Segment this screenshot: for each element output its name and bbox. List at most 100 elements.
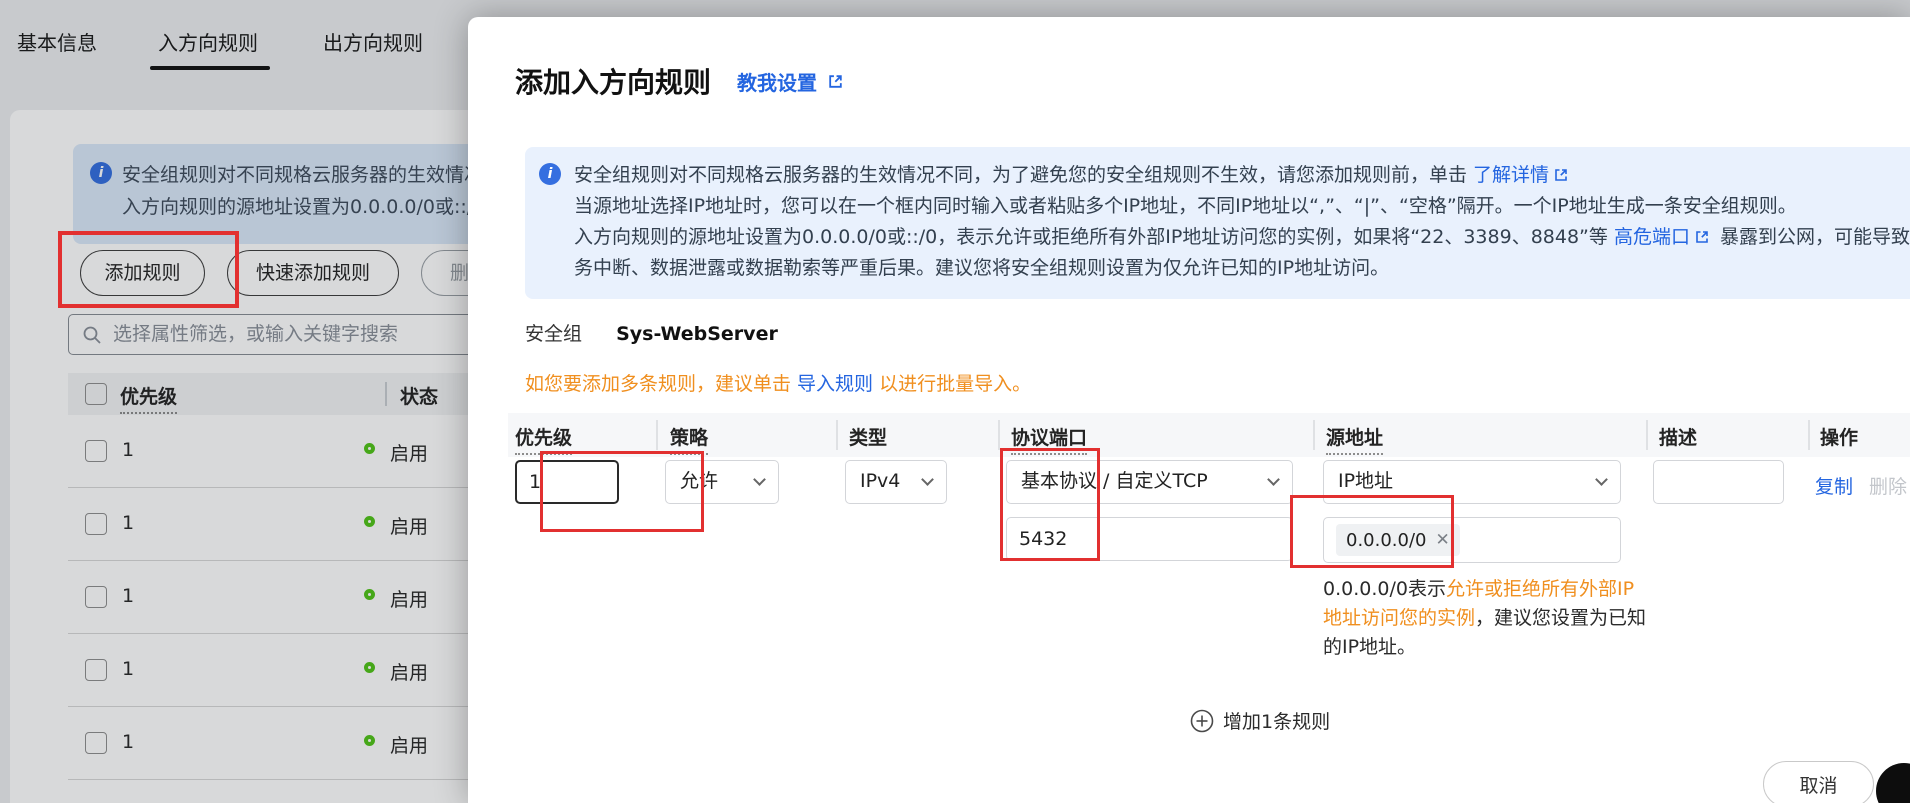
strategy-select[interactable]: 允许 [665, 460, 779, 504]
tab-inbound-rules[interactable]: 入方向规则 [158, 27, 258, 56]
column-divider [656, 420, 658, 450]
delete-rule-link: 删除 [1869, 472, 1907, 499]
teach-me-label: 教我设置 [737, 67, 817, 96]
status-enabled-icon [364, 589, 375, 600]
column-divider [836, 420, 838, 450]
row-checkbox[interactable] [85, 440, 107, 462]
table-header: 优先级 状态 [68, 373, 508, 415]
security-group-value: Sys-WebServer [616, 323, 778, 345]
form-header-protocol-port: 协议端口 [1011, 423, 1087, 455]
banner-text: 入方向规则的源地址设置为0.0.0.0/0或::/0， [122, 192, 504, 219]
chevron-down-icon [1595, 473, 1608, 486]
port-input[interactable] [1006, 517, 1293, 561]
form-header-description: 描述 [1659, 423, 1697, 450]
column-divider [1313, 420, 1315, 450]
rules-table: 优先级 状态 1 启用 1 启用 1 启用 [68, 373, 508, 780]
form-header-action: 操作 [1820, 423, 1858, 450]
hint-text: 0.0.0.0/0表示 [1323, 578, 1446, 600]
priority-cell: 1 [122, 512, 134, 534]
copy-rule-link[interactable]: 复制 [1815, 472, 1853, 499]
status-cell: 启用 [390, 439, 428, 466]
add-one-rule-button[interactable]: 增加1条规则 [1190, 707, 1330, 734]
tab-basic-info[interactable]: 基本信息 [17, 27, 97, 56]
banner-line-2: 当源地址选择IP地址时，您可以在一个框内同时输入或者粘贴多个IP地址，不同IP地… [574, 191, 1894, 222]
info-icon: i [90, 162, 112, 184]
tab-outbound-rules[interactable]: 出方向规则 [323, 27, 423, 56]
external-link-icon [1694, 229, 1710, 245]
type-value: IPv4 [860, 470, 900, 492]
status-enabled-icon [364, 735, 375, 746]
source-type-select[interactable]: IP地址 [1323, 460, 1621, 504]
status-column-header: 状态 [400, 382, 438, 409]
table-row: 1 启用 [68, 707, 508, 780]
type-select[interactable]: IPv4 [845, 460, 947, 504]
source-address-input[interactable]: 0.0.0.0/0 ✕ [1323, 517, 1621, 563]
banner-line-4: 务中断、数据泄露或数据勒索等严重后果。建议您将安全组规则设置为仅允许已知的IP地… [574, 253, 1894, 284]
form-header-priority: 优先级 [515, 423, 572, 455]
banner-line-1: 安全组规则对不同规格云服务器的生效情况不同，为了避免您的安全组规则不生效，请您添… [574, 160, 1894, 191]
screen: 基本信息 入方向规则 出方向规则 i 安全组规则对不同规格云服务器的生效情况不同… [0, 0, 1910, 803]
ip-tag-value: 0.0.0.0/0 [1346, 530, 1427, 551]
circle-plus-icon [1190, 709, 1214, 733]
add-one-rule-label: 增加1条规则 [1223, 707, 1330, 734]
banner-line-3: 入方向规则的源地址设置为0.0.0.0/0或::/0，表示允许或拒绝所有外部IP… [574, 222, 1894, 253]
external-link-icon [1553, 167, 1569, 183]
source-type-value: IP地址 [1338, 470, 1393, 492]
form-header-band [508, 413, 1910, 457]
row-checkbox[interactable] [85, 732, 107, 754]
import-rules-hint: 如您要添加多条规则，建议单击 导入规则 以进行批量导入。 [525, 369, 1031, 396]
status-enabled-icon [364, 516, 375, 527]
column-divider [385, 382, 387, 406]
table-row: 1 启用 [68, 634, 508, 707]
status-cell: 启用 [390, 585, 428, 612]
remove-tag-icon[interactable]: ✕ [1436, 530, 1450, 550]
cancel-button[interactable]: 取消 [1763, 761, 1874, 803]
external-link-icon [827, 73, 844, 90]
ip-address-tag: 0.0.0.0/0 ✕ [1336, 524, 1460, 556]
priority-cell: 1 [122, 585, 134, 607]
add-rule-button[interactable]: 添加规则 [80, 250, 205, 296]
row-checkbox[interactable] [85, 586, 107, 608]
hint-text: 如您要添加多条规则，建议单击 [525, 373, 797, 395]
search-icon [82, 325, 102, 345]
priority-column-header: 优先级 [120, 382, 177, 414]
description-input[interactable] [1653, 460, 1784, 504]
search-box[interactable] [68, 314, 492, 355]
table-row: 1 启用 [68, 488, 508, 561]
learn-more-link[interactable]: 了解详情 [1473, 164, 1549, 186]
row-checkbox[interactable] [85, 513, 107, 535]
status-cell: 启用 [390, 731, 428, 758]
security-group-label: 安全组 [525, 323, 582, 345]
table-row: 1 启用 [68, 415, 508, 488]
chevron-down-icon [921, 473, 934, 486]
status-cell: 启用 [390, 512, 428, 539]
priority-cell: 1 [122, 439, 134, 461]
form-header-type: 类型 [849, 423, 887, 450]
strategy-value: 允许 [680, 470, 718, 492]
search-input[interactable] [113, 317, 483, 351]
floating-assistant-button[interactable] [1876, 763, 1910, 803]
status-cell: 启用 [390, 658, 428, 685]
info-icon: i [539, 163, 561, 185]
high-risk-ports-link[interactable]: 高危端口 [1614, 226, 1690, 248]
select-all-checkbox[interactable] [85, 383, 107, 405]
protocol-value: 基本协议 / 自定义TCP [1021, 470, 1208, 492]
banner-text: 安全组规则对不同规格云服务器的生效情况不同，为了避免您的安全组规则不生效，请您添… [574, 164, 1473, 186]
column-divider [1808, 420, 1810, 450]
chevron-down-icon [753, 473, 766, 486]
priority-input[interactable] [515, 460, 619, 504]
import-rules-link[interactable]: 导入规则 [797, 373, 873, 395]
hint-text: 以进行批量导入。 [873, 373, 1031, 395]
protocol-select[interactable]: 基本协议 / 自定义TCP [1006, 460, 1293, 504]
status-enabled-icon [364, 662, 375, 673]
form-header-strategy: 策略 [670, 423, 708, 455]
active-tab-indicator [150, 66, 270, 70]
quick-add-rule-button[interactable]: 快速添加规则 [227, 250, 399, 296]
source-address-hint: 0.0.0.0/0表示允许或拒绝所有外部IP地址访问您的实例，建议您设置为已知的… [1323, 575, 1649, 662]
add-inbound-rule-dialog: 添加入方向规则 教我设置 i 安全组规则对不同规格云服务器的生效情况不同，为了避… [468, 17, 1910, 803]
priority-cell: 1 [122, 658, 134, 680]
dialog-title: 添加入方向规则 [515, 61, 711, 101]
row-checkbox[interactable] [85, 659, 107, 681]
column-divider [1646, 420, 1648, 450]
teach-me-link[interactable]: 教我设置 [737, 67, 848, 96]
